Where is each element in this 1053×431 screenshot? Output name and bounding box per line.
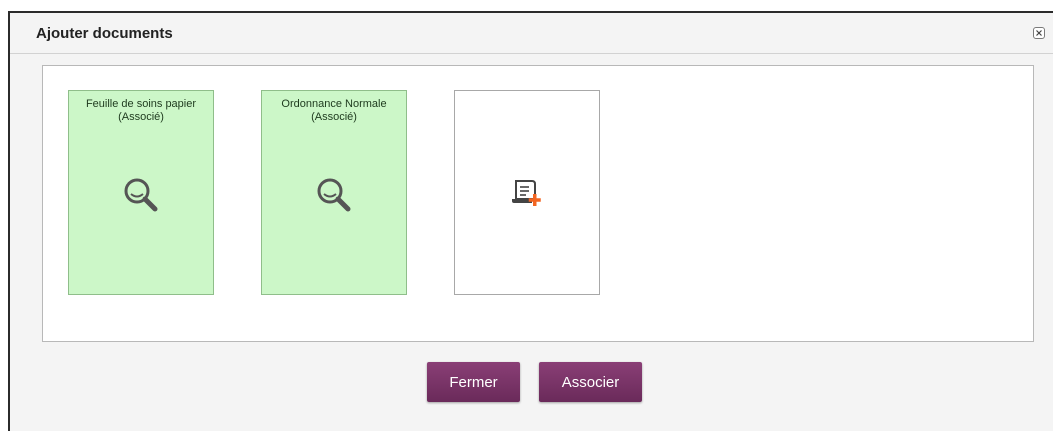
close-icon[interactable] [1033, 27, 1045, 39]
add-document-icon[interactable] [510, 179, 544, 214]
document-card-ordonnance-normale[interactable]: Ordonnance Normale (Associé) [261, 90, 407, 295]
close-button[interactable]: Fermer [427, 362, 520, 402]
document-status: (Associé) [118, 111, 164, 123]
document-name: Ordonnance Normale [281, 98, 387, 110]
document-card-label: Feuille de soins papier (Associé) [69, 98, 213, 124]
dialog-titlebar[interactable]: Ajouter documents [10, 13, 1053, 54]
add-document-card[interactable] [454, 90, 600, 295]
document-card-label: Ordonnance Normale (Associé) [262, 98, 406, 124]
add-documents-dialog: Ajouter documents Feuille de soins papie… [8, 11, 1053, 431]
document-name: Feuille de soins papier [85, 98, 197, 110]
magnifier-icon[interactable] [314, 175, 354, 220]
associate-button[interactable]: Associer [539, 362, 642, 402]
document-status: (Associé) [311, 111, 357, 123]
dialog-body: Feuille de soins papier (Associé) Ordonn… [10, 54, 1053, 431]
documents-panel: Feuille de soins papier (Associé) Ordonn… [42, 65, 1034, 342]
document-card-feuille-de-soins[interactable]: Feuille de soins papier (Associé) [68, 90, 214, 295]
magnifier-icon[interactable] [121, 175, 161, 220]
dialog-title: Ajouter documents [36, 25, 173, 42]
